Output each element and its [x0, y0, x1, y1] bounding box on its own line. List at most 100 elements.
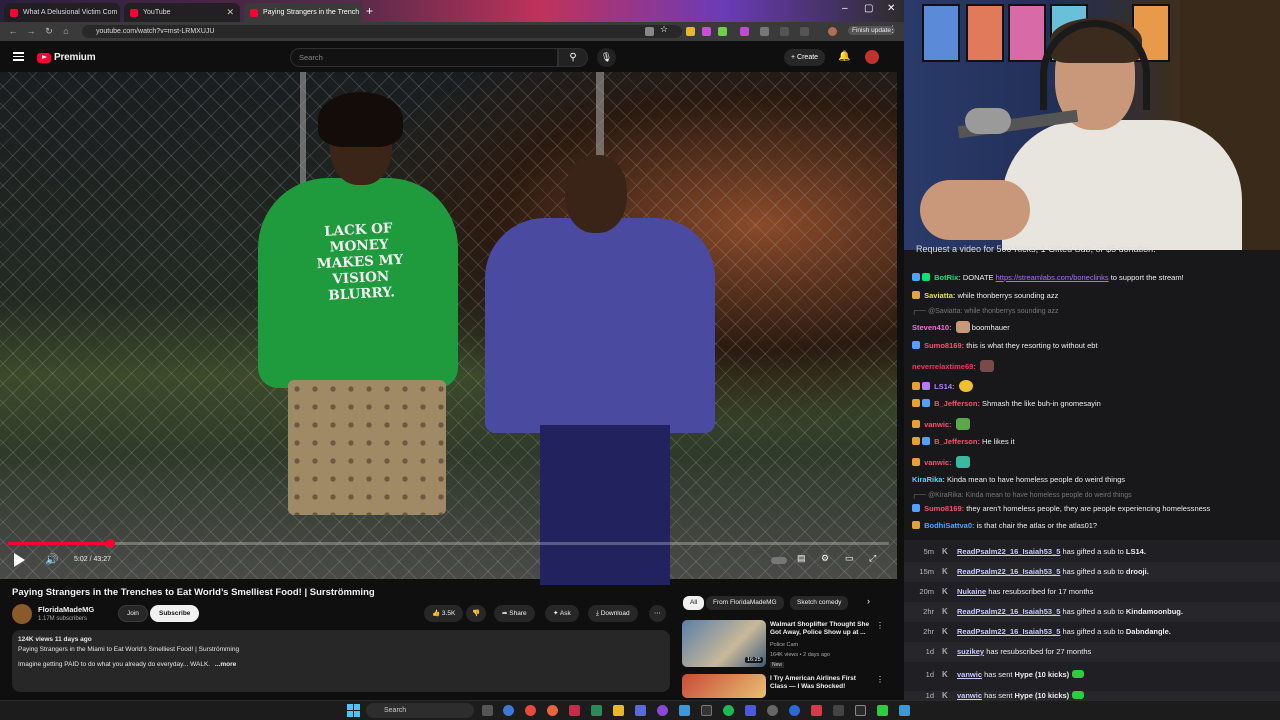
url-field[interactable]: youtube.com/watch?v=mst-LRMXUJU — [82, 25, 682, 38]
app-icon[interactable] — [635, 705, 646, 716]
close-tab-icon[interactable]: ✕ — [359, 7, 362, 18]
chat-username[interactable]: BodhiSattva0: — [924, 521, 974, 530]
account-avatar[interactable] — [865, 50, 879, 64]
chip-from-channel[interactable]: From FloridaMadeMG — [706, 596, 784, 610]
close-tab-icon[interactable]: ✕ — [220, 7, 234, 18]
chrome-icon[interactable] — [525, 705, 536, 716]
chat-username[interactable]: neverrelaxtime69: — [912, 362, 976, 371]
app-icon[interactable] — [745, 705, 756, 716]
feed-username[interactable]: suzikey — [957, 647, 984, 656]
share-button[interactable]: ➦ Share — [494, 605, 535, 622]
file-explorer-icon[interactable] — [613, 705, 624, 716]
extensions-puzzle-icon[interactable] — [760, 27, 769, 36]
home-icon[interactable]: ⌂ — [57, 26, 75, 36]
chip-sketch-comedy[interactable]: Sketch comedy — [790, 596, 849, 610]
kick-app-icon[interactable] — [877, 705, 888, 716]
search-input[interactable]: Search — [290, 48, 558, 67]
reload-icon[interactable]: ↻ — [40, 26, 58, 37]
obs-icon[interactable] — [701, 705, 712, 716]
app-icon[interactable] — [855, 705, 866, 716]
description-box[interactable]: 124K views 11 days ago Paying Strangers … — [12, 630, 670, 692]
profile-avatar[interactable] — [828, 27, 837, 36]
join-button[interactable]: Join — [118, 605, 148, 622]
youtube-premium-logo[interactable]: Premium — [37, 52, 96, 63]
taskbar-search[interactable]: Search — [366, 703, 474, 718]
chat-username[interactable]: vanwic: — [924, 420, 952, 429]
browser-icon[interactable] — [503, 705, 514, 716]
feed-username[interactable]: ReadPsalm22_16_Isaiah53_5 — [957, 607, 1060, 616]
feed-username[interactable]: Nukaine — [957, 587, 986, 596]
cast-icon[interactable] — [645, 27, 654, 36]
download-button[interactable]: ⤓ Download — [588, 605, 638, 622]
chat-username[interactable]: LS14: — [934, 382, 954, 391]
chat-username[interactable]: Sumo8169: — [924, 504, 964, 513]
chrome-profile-icon[interactable] — [569, 705, 580, 716]
chat-username[interactable]: Sumo8169: — [924, 341, 964, 350]
notifications-bell-icon[interactable]: 🔔 — [838, 51, 850, 62]
more-actions-button[interactable]: ⋯ — [649, 605, 666, 622]
chat-username[interactable]: B_Jefferson: — [934, 437, 980, 446]
autoplay-toggle[interactable] — [771, 557, 787, 564]
forward-icon[interactable]: → — [22, 26, 40, 36]
close-tab-icon[interactable]: ✕ — [117, 7, 120, 18]
app-icon[interactable] — [899, 705, 910, 716]
more-vertical-icon[interactable]: ⋮ — [876, 621, 884, 630]
hamburger-menu-icon[interactable] — [13, 52, 24, 61]
extension-icon[interactable] — [686, 27, 695, 36]
fullscreen-icon[interactable]: ⤢ — [869, 553, 876, 564]
extension-icon[interactable] — [702, 27, 711, 36]
chip-all[interactable]: All — [683, 596, 705, 610]
downloads-icon[interactable] — [800, 27, 809, 36]
bookmark-star-icon[interactable]: ☆ — [660, 24, 669, 34]
feed-username[interactable]: ReadPsalm22_16_Isaiah53_5 — [957, 547, 1060, 556]
chat-link[interactable]: https://streamlabs.com/boneclinks — [996, 273, 1109, 282]
feed-username[interactable]: ReadPsalm22_16_Isaiah53_5 — [957, 567, 1060, 576]
search-button[interactable]: ⚲ — [558, 48, 588, 67]
extension-icon[interactable] — [740, 27, 749, 36]
app-icon[interactable] — [591, 705, 602, 716]
more-vertical-icon[interactable]: ⋮ — [876, 675, 884, 684]
play-button[interactable] — [14, 553, 25, 567]
extension-icon[interactable] — [718, 27, 727, 36]
maximize-icon[interactable]: ▢ — [864, 3, 873, 14]
tab-youtube[interactable]: YouTube ✕ — [124, 3, 240, 22]
dislike-button[interactable]: 👎 — [466, 605, 487, 622]
settings-gear-icon[interactable]: ⚙ — [821, 553, 829, 564]
feed-username[interactable]: vanwic — [957, 691, 982, 700]
feed-username[interactable]: ReadPsalm22_16_Isaiah53_5 — [957, 627, 1060, 636]
voice-search-button[interactable]: 🎙 — [597, 48, 616, 67]
task-view-icon[interactable] — [482, 705, 493, 716]
recommendation-title[interactable]: I Try American Airlines First Class — I … — [770, 675, 874, 691]
theater-mode-icon[interactable]: ▭ — [845, 553, 854, 564]
recommendation-thumbnail[interactable] — [682, 674, 766, 698]
ask-button[interactable]: ✦ Ask — [545, 605, 579, 622]
volume-icon[interactable]: 🔊 — [45, 553, 59, 566]
recommendation-channel[interactable]: Police Cam — [770, 642, 798, 648]
show-more-link[interactable]: ...more — [215, 661, 236, 668]
app-icon[interactable] — [657, 705, 668, 716]
minimize-icon[interactable]: – — [842, 3, 848, 14]
app-icon[interactable] — [811, 705, 822, 716]
like-button[interactable]: 👍 3.5K — [424, 605, 464, 622]
chat-username[interactable]: vanwic: — [924, 458, 952, 467]
app-icon[interactable] — [833, 705, 844, 716]
app-icon[interactable] — [679, 705, 690, 716]
chrome-icon[interactable] — [547, 705, 558, 716]
chat-username[interactable]: B_Jefferson: — [934, 399, 980, 408]
chevron-right-icon[interactable]: › — [867, 596, 870, 606]
chat-username[interactable]: BotRix: — [934, 273, 961, 282]
back-icon[interactable]: ← — [4, 26, 22, 36]
tab-paying-strangers[interactable]: Paying Strangers in the Trench ✕ — [244, 3, 362, 22]
app-icon[interactable] — [789, 705, 800, 716]
windows-start-icon[interactable] — [347, 704, 360, 717]
subscribe-button[interactable]: Subscribe — [150, 605, 200, 622]
channel-name[interactable]: FloridaMadeMG — [38, 605, 94, 614]
create-button[interactable]: + Create — [784, 49, 826, 66]
spotify-icon[interactable] — [723, 705, 734, 716]
channel-avatar[interactable] — [12, 604, 32, 624]
chat-username[interactable]: KiraRika: — [912, 475, 945, 484]
captions-icon[interactable]: ▤ — [797, 553, 806, 564]
new-tab-button[interactable]: + — [366, 4, 373, 18]
sidebar-icon[interactable] — [780, 27, 789, 36]
video-progress-bar[interactable] — [8, 539, 889, 548]
